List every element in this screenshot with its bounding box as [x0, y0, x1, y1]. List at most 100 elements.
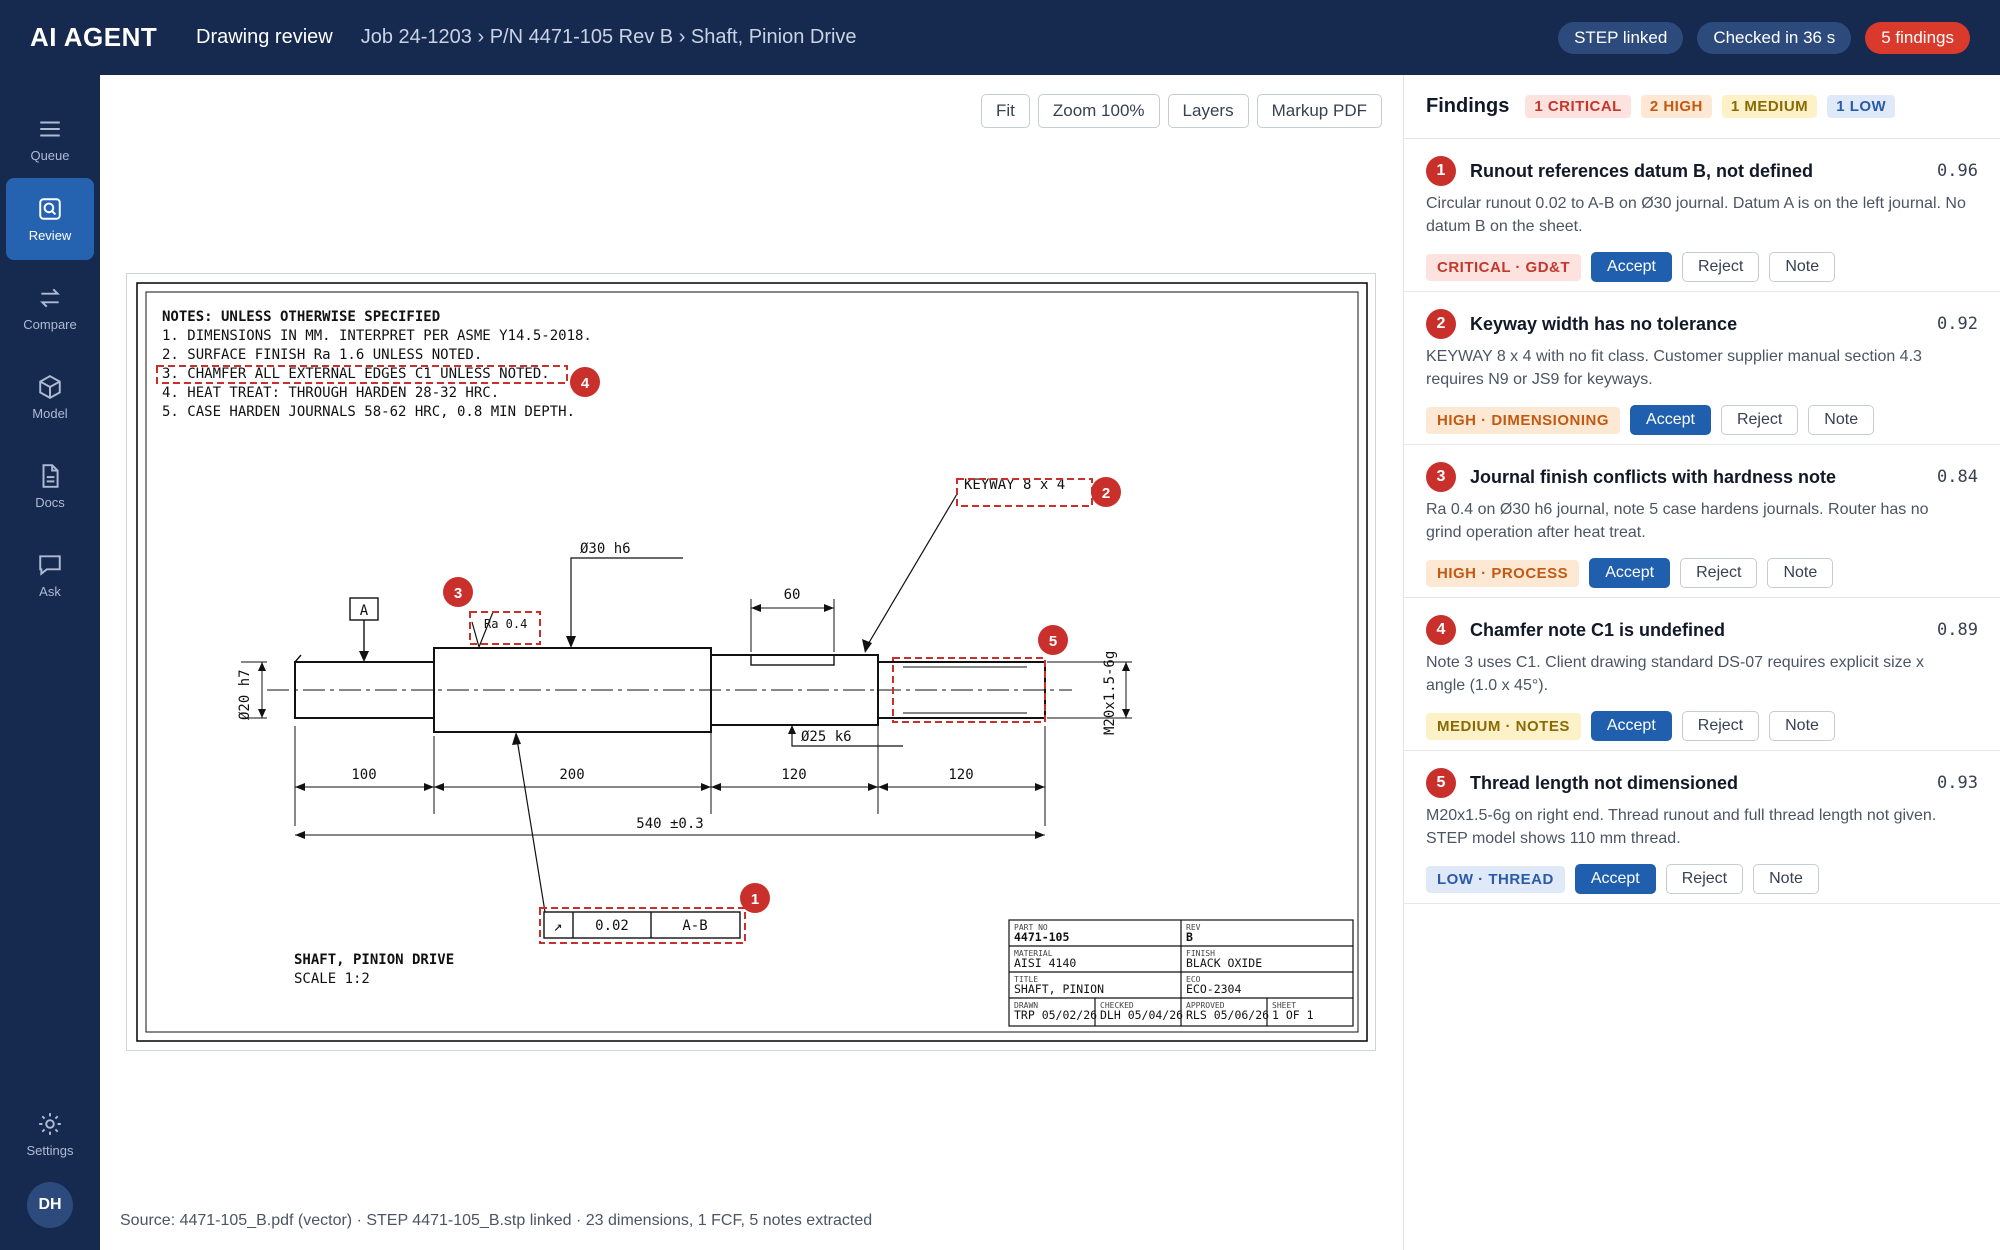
note-line: 4. HEAT TREAT: THROUGH HARDEN 28-32 HRC.: [162, 385, 499, 401]
search-doc-icon: [39, 197, 61, 220]
finding-markers: 4 2 3 5 1: [443, 367, 1121, 913]
fcf-tolerance: 0.02: [595, 918, 629, 934]
page-title: Drawing review: [196, 26, 333, 48]
finding-title: Thread length not dimensioned: [1470, 772, 1739, 793]
finding-description: M20x1.5-6g on right end. Thread runout a…: [1426, 807, 1937, 847]
reject-button[interactable]: Reject: [1720, 405, 1799, 435]
sidebar-item-ask[interactable]: Ask: [6, 534, 94, 616]
tb-checked: DLH 05/04/26: [1100, 1008, 1183, 1022]
overall-length-dim: 540 ±0.3: [636, 816, 703, 832]
sidebar-item-settings[interactable]: Settings: [6, 1093, 94, 1175]
finding-number: 1: [1426, 156, 1456, 186]
finding-description: KEYWAY 8 x 4 with no fit class. Customer…: [1426, 348, 1922, 388]
finding-card[interactable]: 3 Journal finish conflicts with hardness…: [1404, 445, 2000, 598]
left-diameter-label: Ø20 h7: [237, 669, 253, 720]
finding-number: 4: [1426, 615, 1456, 645]
source-summary: Source: 4471-105_B.pdf (vector) · STEP 4…: [120, 1212, 873, 1229]
reject-button[interactable]: Reject: [1681, 252, 1760, 282]
marker-4[interactable]: 4: [570, 367, 600, 397]
reject-button[interactable]: Reject: [1680, 558, 1758, 588]
finding-title: Journal finish conflicts with hardness n…: [1470, 466, 1837, 487]
sidebar-item-label: Review: [28, 227, 72, 243]
sidebar-item-docs[interactable]: Docs: [6, 445, 94, 527]
note-line: 2. SURFACE FINISH Ra 1.6 UNLESS NOTED.: [162, 347, 482, 363]
finding-card[interactable]: 2 Keyway width has no tolerance 0.92 KEY…: [1404, 292, 2000, 445]
dim-length: 200: [559, 767, 584, 783]
runout-symbol: ↗: [553, 917, 562, 935]
finding-card[interactable]: 5 Thread length not dimensioned 0.93 M20…: [1404, 751, 2000, 904]
findings-count-badge[interactable]: 5 findings: [1865, 21, 1970, 54]
finding-number: 5: [1426, 768, 1456, 798]
finding-title: Keyway width has no tolerance: [1470, 313, 1738, 334]
notes-heading: NOTES: UNLESS OTHERWISE SPECIFIED: [162, 309, 440, 325]
findings-header: Findings 1 CRITICAL 2 HIGH 1 MEDIUM 1 LO…: [1404, 75, 2000, 139]
svg-text:5: 5: [1049, 633, 1057, 650]
drawing-sheet[interactable]: NOTES: UNLESS OTHERWISE SPECIFIED 1. DIM…: [126, 273, 1376, 1051]
severity-tag: HIGH · DIMENSIONING: [1426, 406, 1621, 434]
check-time-badge: Checked in 36 s: [1697, 21, 1852, 54]
reject-button[interactable]: Reject: [1681, 711, 1760, 741]
step-linked-badge[interactable]: STEP linked: [1558, 21, 1684, 54]
avatar[interactable]: DH: [27, 1182, 73, 1228]
marker-1[interactable]: 1: [740, 883, 770, 913]
finding-description: Note 3 uses C1. Client drawing standard …: [1426, 654, 1925, 694]
accept-button[interactable]: Accept: [1590, 711, 1672, 741]
marker-2[interactable]: 2: [1091, 477, 1121, 507]
confidence-score: 0.84: [1937, 467, 1978, 487]
low-count-badge[interactable]: 1 LOW: [1827, 95, 1896, 118]
sidebar-item-label: Model: [32, 405, 68, 421]
high-count-badge[interactable]: 2 HIGH: [1640, 95, 1712, 118]
svg-text:4: 4: [581, 375, 590, 392]
accept-button[interactable]: Accept: [1574, 864, 1656, 894]
top-bar: AI AGENT Drawing review Job 24-1203 › P/…: [0, 0, 2000, 75]
finding-card[interactable]: 4 Chamfer note C1 is undefined 0.89 Note…: [1404, 598, 2000, 751]
fit-button[interactable]: Fit: [980, 94, 1030, 128]
svg-text:1: 1: [751, 891, 759, 908]
sidebar-item-compare[interactable]: Compare: [6, 267, 94, 349]
accept-button[interactable]: Accept: [1591, 252, 1672, 282]
finding-card[interactable]: 1 Runout references datum B, not defined…: [1404, 139, 2000, 292]
marker-5[interactable]: 5: [1038, 625, 1068, 655]
note-button[interactable]: Note: [1769, 252, 1836, 282]
breadcrumb[interactable]: Job 24-1203 › P/N 4471-105 Rev B › Shaft…: [361, 26, 857, 49]
sidebar-item-review[interactable]: Review: [6, 178, 94, 260]
dim-length: 120: [948, 767, 973, 783]
layers-button[interactable]: Layers: [1167, 94, 1249, 128]
accept-button[interactable]: Accept: [1589, 558, 1671, 588]
sidebar-item-queue[interactable]: Queue: [6, 98, 94, 180]
note-button[interactable]: Note: [1808, 405, 1875, 435]
cube-icon: [39, 374, 61, 399]
accept-button[interactable]: Accept: [1630, 405, 1711, 435]
tb-sheet: 1 OF 1: [1272, 1008, 1314, 1022]
gear-icon: [39, 1112, 61, 1135]
note-button[interactable]: Note: [1767, 558, 1834, 588]
markup-pdf-button[interactable]: Markup PDF: [1256, 94, 1382, 128]
note-button[interactable]: Note: [1769, 711, 1835, 741]
note-line: 1. DIMENSIONS IN MM. INTERPRET PER ASME …: [162, 328, 592, 344]
swap-icon: [40, 288, 60, 307]
medium-count-badge[interactable]: 1 MEDIUM: [1721, 95, 1818, 118]
document-icon: [42, 463, 59, 488]
engineering-drawing: NOTES: UNLESS OTHERWISE SPECIFIED 1. DIM…: [136, 282, 1368, 1042]
note-line: 3. CHAMFER ALL EXTERNAL EDGES C1 UNLESS …: [162, 366, 550, 382]
marker-3[interactable]: 3: [443, 577, 473, 607]
sidebar-item-label: Settings: [26, 1142, 74, 1158]
sidebar: Queue Review Compare Model Docs Ask Sett…: [0, 75, 100, 1250]
note-button[interactable]: Note: [1753, 864, 1819, 894]
severity-tag: HIGH · PROCESS: [1426, 559, 1580, 587]
part-title: SHAFT, PINION DRIVE: [294, 952, 454, 968]
reject-button[interactable]: Reject: [1665, 864, 1744, 894]
finding-number: 3: [1426, 462, 1456, 492]
tb-finish: BLACK OXIDE: [1186, 956, 1262, 970]
findings-panel: Findings 1 CRITICAL 2 HIGH 1 MEDIUM 1 LO…: [1403, 75, 2000, 1250]
svg-text:3: 3: [454, 585, 462, 602]
k6-diameter-label: Ø25 k6: [801, 729, 852, 745]
note-line: 5. CASE HARDEN JOURNALS 58-62 HRC, 0.8 M…: [162, 404, 575, 420]
sidebar-item-model[interactable]: Model: [6, 356, 94, 438]
dim-length: 120: [781, 767, 806, 783]
critical-count-badge[interactable]: 1 CRITICAL: [1525, 95, 1631, 118]
tb-approved: RLS 05/06/26: [1186, 1008, 1269, 1022]
zoom-button[interactable]: Zoom 100%: [1037, 94, 1160, 128]
severity-tag: CRITICAL · GD&T: [1426, 253, 1582, 281]
svg-text:2: 2: [1102, 485, 1110, 502]
